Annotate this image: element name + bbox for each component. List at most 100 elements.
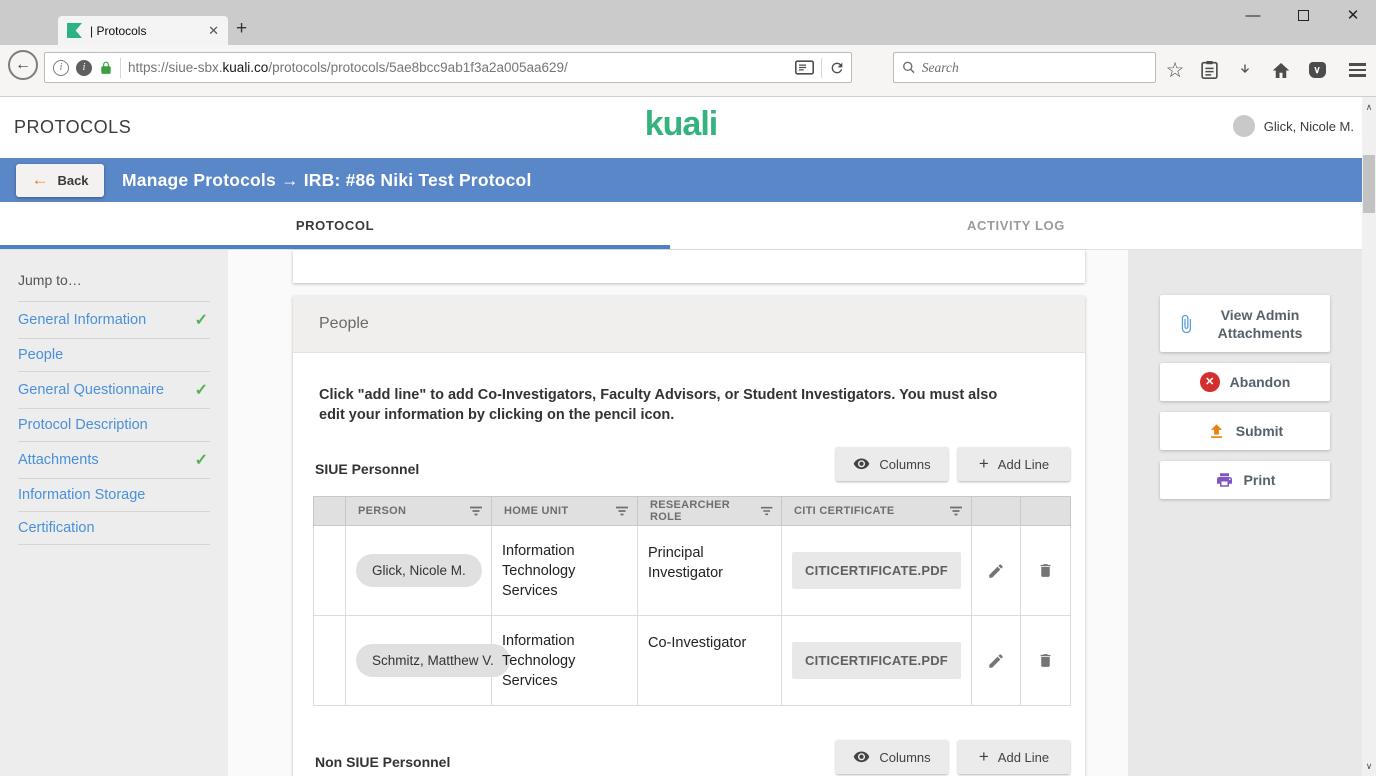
non-siue-personnel-label: Non SIUE Personnel: [313, 754, 450, 774]
bookmark-star-icon[interactable]: ☆: [1162, 57, 1188, 83]
search-box[interactable]: [893, 52, 1156, 83]
check-icon: ✓: [195, 380, 208, 400]
action-panel: View Admin Attachments ✕ Abandon Submit …: [1128, 250, 1362, 776]
page-info-icon[interactable]: i: [53, 60, 69, 76]
people-section-header: People: [293, 296, 1085, 353]
tab-close-icon[interactable]: ✕: [208, 23, 219, 39]
url-text[interactable]: https://siue-sbx.kuali.co/protocols/prot…: [128, 60, 788, 75]
browser-back-button[interactable]: ←: [8, 50, 38, 80]
submit-button[interactable]: Submit: [1160, 412, 1330, 450]
tab-title: | Protocols: [90, 24, 200, 38]
avatar: [1233, 115, 1255, 137]
column-header-citi-certificate: CITI CERTIFICATE: [794, 505, 895, 517]
window-titlebar: | Protocols ✕ + — ✕: [0, 0, 1376, 45]
person-chip: Glick, Nicole M.: [356, 554, 482, 587]
user-name: Glick, Nicole M.: [1264, 119, 1354, 134]
citi-certificate-file[interactable]: CITICERTIFICATE.PDF: [792, 642, 961, 679]
tab-activity-log[interactable]: ACTIVITY LOG: [670, 202, 1362, 250]
abandon-button[interactable]: ✕ Abandon: [1160, 363, 1330, 401]
https-lock-icon[interactable]: [99, 60, 113, 76]
filter-icon[interactable]: [949, 506, 963, 516]
printer-icon: [1215, 471, 1234, 489]
sidebar-item-people[interactable]: People: [18, 339, 210, 372]
people-section-title: People: [319, 315, 369, 333]
scroll-up-icon[interactable]: ∧: [1362, 99, 1376, 115]
sidebar-item-protocol-description[interactable]: Protocol Description: [18, 409, 210, 442]
user-menu[interactable]: Glick, Nicole M.: [1233, 115, 1354, 137]
scrollbar-thumb[interactable]: [1363, 155, 1375, 213]
abandon-x-icon: ✕: [1200, 372, 1220, 392]
filter-icon[interactable]: [760, 506, 773, 516]
edit-pencil-icon[interactable]: [987, 562, 1005, 580]
maximize-button[interactable]: [1292, 4, 1314, 26]
home-unit-value: Information Technology Services: [502, 631, 627, 691]
view-admin-attachments-button[interactable]: View Admin Attachments: [1160, 295, 1330, 352]
browser-toolbar: ← i i https://siue-sbx.kuali.co/protocol…: [0, 45, 1376, 97]
siue-add-line-button[interactable]: + Add Line: [958, 447, 1070, 481]
kuali-logo: kuali: [0, 105, 1362, 144]
jump-to-title: Jump to…: [18, 272, 210, 302]
column-header-researcher-role: RESEARCHER ROLE: [650, 499, 760, 523]
check-icon: ✓: [195, 450, 208, 470]
sidebar-item-attachments[interactable]: Attachments✓: [18, 442, 210, 479]
researcher-role-value: Co-Investigator: [648, 633, 771, 653]
edit-pencil-icon[interactable]: [987, 652, 1005, 670]
home-unit-value: Information Technology Services: [502, 541, 627, 601]
menu-hamburger-icon[interactable]: [1344, 57, 1370, 83]
siue-columns-button[interactable]: Columns: [836, 447, 948, 481]
back-arrow-icon: ←: [31, 170, 48, 190]
scroll-down-icon[interactable]: ∨: [1362, 758, 1376, 774]
divider: [821, 58, 822, 78]
people-section-card: People Click "add line" to add Co-Invest…: [293, 296, 1085, 776]
page-scrollbar[interactable]: ∧ ∨: [1362, 97, 1376, 776]
filter-icon[interactable]: [615, 506, 629, 516]
researcher-role-value: Principal Investigator: [648, 543, 771, 583]
browser-tab[interactable]: | Protocols ✕: [58, 16, 228, 45]
permissions-icon[interactable]: i: [76, 60, 92, 76]
previous-section-card: [293, 250, 1085, 283]
non-siue-columns-button[interactable]: Columns: [836, 740, 948, 774]
sidebar-item-general-information[interactable]: General Information✓: [18, 302, 210, 339]
delete-trash-icon[interactable]: [1037, 561, 1054, 580]
close-window-button[interactable]: ✕: [1342, 4, 1364, 26]
tab-protocol[interactable]: PROTOCOL: [0, 202, 670, 250]
sidebar-item-certification[interactable]: Certification: [18, 512, 210, 545]
breadcrumb-bar: ← Back Manage Protocols → IRB: #86 Niki …: [0, 158, 1362, 202]
active-tab-indicator: [0, 245, 670, 249]
people-instructions: Click "add line" to add Co-Investigators…: [319, 385, 1019, 425]
siue-personnel-table: PERSON HOME UNIT RESEARCHER ROLE CITI CE…: [313, 496, 1071, 706]
pocket-icon[interactable]: ∨: [1304, 57, 1330, 83]
column-header-person: PERSON: [358, 505, 406, 517]
back-button[interactable]: ← Back: [16, 164, 104, 197]
search-icon: [902, 60, 916, 75]
home-icon[interactable]: [1268, 57, 1294, 83]
bookmarks-sidebar-icon[interactable]: [1196, 57, 1222, 83]
paperclip-icon: [1176, 313, 1196, 335]
downloads-icon[interactable]: [1232, 57, 1258, 83]
address-bar[interactable]: i i https://siue-sbx.kuali.co/protocols/…: [44, 52, 852, 83]
print-button[interactable]: Print: [1160, 461, 1330, 499]
divider: [120, 58, 121, 78]
column-header-home-unit: HOME UNIT: [504, 505, 568, 517]
sidebar-item-information-storage[interactable]: Information Storage: [18, 479, 210, 512]
refresh-icon[interactable]: [829, 60, 845, 76]
kuali-favicon-icon: [67, 23, 82, 38]
jump-to-sidebar: Jump to… General Information✓ People Gen…: [0, 250, 228, 776]
minimize-button[interactable]: —: [1242, 4, 1264, 26]
sidebar-item-general-questionnaire[interactable]: General Questionnaire✓: [18, 372, 210, 409]
plus-icon: +: [979, 747, 989, 767]
person-chip: Schmitz, Matthew V.: [356, 644, 510, 677]
non-siue-add-line-button[interactable]: + Add Line: [958, 740, 1070, 774]
search-input[interactable]: [922, 60, 1147, 76]
submit-upload-icon: [1207, 422, 1226, 441]
new-tab-button[interactable]: +: [236, 18, 247, 40]
delete-trash-icon[interactable]: [1037, 651, 1054, 670]
eye-icon: [853, 458, 870, 471]
table-row: Glick, Nicole M. Information Technology …: [314, 526, 1071, 616]
filter-icon[interactable]: [469, 506, 483, 516]
citi-certificate-file[interactable]: CITICERTIFICATE.PDF: [792, 552, 961, 589]
app-header: PROTOCOLS kuali Glick, Nicole M.: [0, 97, 1362, 158]
section-tabs: PROTOCOL ACTIVITY LOG: [0, 202, 1362, 250]
plus-icon: +: [979, 454, 989, 474]
reader-mode-icon[interactable]: [795, 60, 814, 75]
